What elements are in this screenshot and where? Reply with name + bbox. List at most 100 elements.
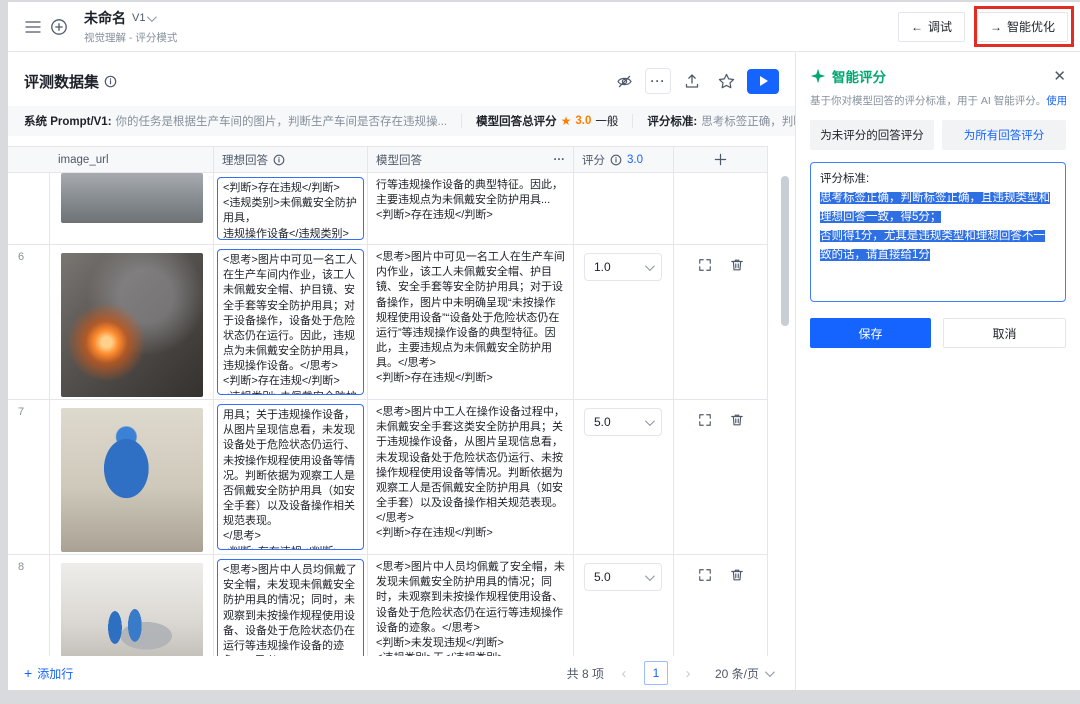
score-header-value: 3.0 [627, 154, 643, 166]
dataset-title: 评测数据集 [24, 71, 99, 92]
ideal-answer-cell[interactable]: <判断>存在违规</判断> <违规类别>未佩戴安全防护用具， 违规操作设备</违… [217, 177, 364, 240]
version-selector[interactable]: V1 [132, 12, 154, 24]
delete-icon[interactable] [730, 413, 744, 554]
criteria-text-selected: 否则得1分，尤其是违规类型和理想回答不一致的话，请直接给1分 [820, 230, 1045, 261]
panel-title: 智能评分 [832, 66, 886, 86]
expand-icon[interactable] [698, 568, 712, 656]
add-row-button[interactable]: + 添加行 [24, 665, 73, 682]
save-button[interactable]: 保存 [810, 318, 931, 348]
play-icon [760, 76, 768, 86]
menu-icon[interactable] [20, 14, 46, 40]
info-icon [610, 154, 622, 166]
chevron-down-icon [645, 571, 655, 581]
row-number [8, 173, 50, 244]
score-dropdown[interactable]: 1.0 [584, 253, 662, 281]
upload-icon[interactable] [679, 68, 705, 94]
dataset-main-area: 评测数据集 ··· [8, 52, 796, 690]
table-header-row: image_url 理想回答 模型回答 ··· 评分 [8, 146, 768, 173]
chevron-down-icon [645, 416, 655, 426]
criteria-label: 评分标准: [647, 113, 697, 129]
star-icon: ★ [561, 114, 572, 128]
row-actions-cell [674, 245, 768, 399]
table-row: 6 <思考>图片中可见一名工人在生产车间内作业，该工人未佩戴安全帽、护目镜、安全… [8, 245, 768, 400]
info-icon [273, 154, 285, 166]
vertical-scrollbar[interactable] [781, 176, 789, 326]
favorite-star-icon[interactable] [713, 68, 739, 94]
ideal-answer-cell[interactable]: 用具；关于违规操作设备，从图片呈现信息看，未发现设备处于危险状态仍运行、未按操作… [217, 404, 364, 550]
chevron-down-icon [765, 667, 775, 677]
delete-icon[interactable] [730, 258, 744, 399]
prev-page-icon[interactable]: ‹ [612, 661, 636, 685]
current-page[interactable]: 1 [644, 661, 668, 685]
score-header[interactable]: 评分 3.0 [574, 147, 674, 172]
forward-arrow-icon: → [990, 20, 1002, 34]
smart-scoring-panel: 智能评分 ✕ 基于你对模型回答的评分标准，用于 AI 智能评分。使用手册 为未评… [796, 52, 1080, 690]
page-size-select[interactable]: 20 条/页 [708, 661, 779, 686]
row-actions-cell [674, 173, 768, 244]
row-number: 7 [8, 400, 50, 554]
hide-columns-icon[interactable] [611, 68, 637, 94]
sparkle-icon [810, 68, 826, 84]
info-icon[interactable] [104, 75, 117, 88]
back-arrow-icon: ← [911, 20, 923, 34]
expand-icon[interactable] [698, 413, 712, 554]
debug-button[interactable]: ← 调试 [898, 12, 965, 42]
total-score-level: 一般 [595, 113, 618, 129]
top-header: 未命名 V1 视觉理解 - 评分模式 ← 调试 → 智能优化 [8, 2, 1080, 52]
column-more-icon[interactable]: ··· [554, 154, 566, 166]
total-count: 共 8 项 [567, 665, 604, 682]
cancel-button[interactable]: 取消 [943, 318, 1066, 348]
model-answer-header[interactable]: 模型回答 ··· [368, 147, 574, 172]
model-answer-cell[interactable]: <思考>图片中可见一名工人在生产车间内作业，该工人未佩戴安全帽、护目镜、安全手套… [368, 245, 574, 399]
score-all-button[interactable]: 为所有回答评分 [942, 120, 1066, 150]
chevron-down-icon [645, 261, 655, 271]
row-image[interactable] [61, 173, 203, 223]
divider [632, 114, 633, 128]
model-answer-cell[interactable]: <思考>图片中工人在操作设备过程中，未佩戴安全手套这类安全防护用具；关于违规操作… [368, 400, 574, 554]
ideal-answer-cell[interactable]: <思考>图片中人员均佩戴了安全帽，未发现未佩戴安全防护用具的情况；同时，未观察到… [217, 559, 364, 656]
score-cell[interactable] [574, 173, 674, 244]
ideal-answer-cell[interactable]: <思考>图片中可见一名工人在生产车间内作业，该工人未佩戴安全帽、护目镜、安全手套… [217, 249, 364, 395]
plus-icon: + [24, 665, 32, 681]
add-column-header[interactable] [674, 147, 768, 172]
score-unscored-button[interactable]: 为未评分的回答评分 [810, 120, 934, 150]
project-title-block: 未命名 V1 视觉理解 - 评分模式 [84, 8, 177, 45]
model-answer-cell[interactable]: 行等违规操作设备的典型特征。因此，主要违规点为未佩戴安全防护用具... <判断>… [368, 173, 574, 244]
dataset-table: image_url 理想回答 模型回答 ··· 评分 [8, 146, 795, 656]
criteria-preview: 思考标签正确，判断标签正确，且违... [701, 113, 795, 129]
score-dropdown[interactable]: 5.0 [584, 408, 662, 436]
row-image[interactable] [61, 253, 203, 397]
manual-link[interactable]: 使用手册 [1046, 95, 1066, 107]
criteria-text-selected: 思考标签正确，判断标签正确，且违规类型和理想回答一致，得5分； [820, 192, 1050, 223]
close-icon[interactable]: ✕ [1053, 69, 1066, 84]
divider [461, 114, 462, 128]
table-row: 7 用具；关于违规操作设备，从图片呈现信息看，未发现设备处于危险状态仍运行、未按… [8, 400, 768, 555]
criteria-field-label: 评分标准: [820, 170, 1056, 189]
table-row: 8 <思考>图片中人员均佩戴了安全帽，未发现未佩戴安全防护用具的情况；同时，未观… [8, 555, 768, 656]
total-score-value: 3.0 [575, 115, 591, 127]
row-actions-cell [674, 400, 768, 554]
breadcrumb: 视觉理解 - 评分模式 [84, 30, 177, 45]
model-answer-cell[interactable]: <思考>图片中人员均佩戴了安全帽，未发现未佩戴安全防护用具的情况；同时，未观察到… [368, 555, 574, 656]
row-image[interactable] [61, 408, 203, 552]
criteria-textarea[interactable]: 评分标准: 思考标签正确，判断标签正确，且违规类型和理想回答一致，得5分； 否则… [810, 162, 1066, 302]
app-window: 未命名 V1 视觉理解 - 评分模式 ← 调试 → 智能优化 [8, 2, 1080, 690]
row-number-header [8, 147, 50, 172]
next-page-icon[interactable]: › [676, 661, 700, 685]
circle-plus-icon[interactable] [46, 14, 72, 40]
run-button[interactable] [747, 69, 779, 94]
expand-icon[interactable] [698, 258, 712, 399]
smart-optimize-button[interactable]: → 智能优化 [977, 12, 1068, 42]
table-row: <判断>存在违规</判断> <违规类别>未佩戴安全防护用具， 违规操作设备</违… [8, 173, 768, 245]
image-url-header[interactable]: image_url [50, 147, 214, 172]
chevron-down-icon [147, 12, 157, 22]
prompt-summary-bar[interactable]: 系统 Prompt/V1: 你的任务是根据生产车间的图片，判断生产车间是否存在违… [8, 106, 795, 136]
row-image[interactable] [61, 563, 203, 656]
system-prompt-preview: 你的任务是根据生产车间的图片，判断生产车间是否存在违规操... [116, 113, 448, 129]
delete-icon[interactable] [730, 568, 744, 656]
score-dropdown[interactable]: 5.0 [584, 563, 662, 591]
total-score-label: 模型回答总评分 [476, 113, 557, 129]
more-options-icon[interactable]: ··· [645, 68, 671, 94]
ideal-answer-header[interactable]: 理想回答 [214, 147, 368, 172]
system-prompt-label: 系统 Prompt/V1: [24, 113, 112, 129]
